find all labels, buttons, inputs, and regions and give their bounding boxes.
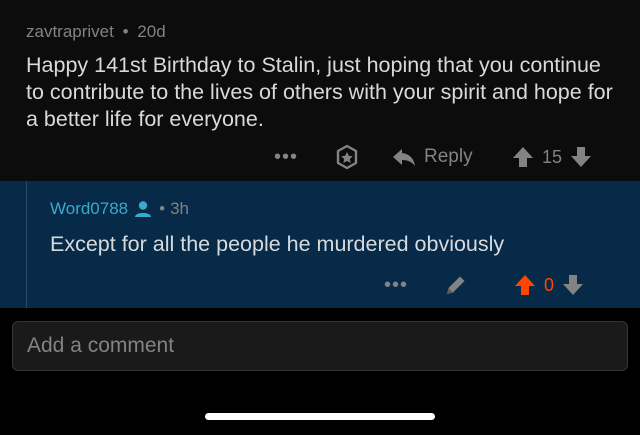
reply-label: Reply [424,146,473,167]
meta-separator: • [159,199,166,218]
reply-vote-controls: 0 [514,271,584,299]
downvote-icon[interactable] [570,145,592,169]
reply-author[interactable]: Word0788 [50,199,128,219]
reply-body: Except for all the people he murdered ob… [50,232,505,256]
edit-pencil-icon[interactable] [443,272,469,298]
user-icon [135,201,152,217]
award-icon [336,144,358,170]
more-options-button[interactable]: ••• [272,142,300,172]
add-comment-input[interactable]: Add a comment [12,321,628,371]
vote-controls: 15 [512,143,592,171]
home-indicator[interactable] [205,413,435,420]
reply-meta: Word0788 • 3h [50,199,189,219]
comment-body: Happy 141st Birthday to Stalin, just hop… [26,53,613,131]
top-comment: zavtraprivet • 20d Happy 141st Birthday … [0,0,640,181]
meta-separator: • [122,22,129,41]
reply-age: 3h [170,199,190,218]
upvote-icon[interactable] [512,145,534,169]
reply-button[interactable]: Reply [392,143,473,171]
reply-arrow-icon [393,149,415,166]
comment-author[interactable]: zavtraprivet [26,22,114,41]
comment-meta: zavtraprivet • 20d [26,22,166,42]
vote-score: 15 [542,146,563,167]
reply-vote-score: 0 [544,274,555,295]
award-button[interactable] [332,143,362,171]
reply-more-options-button[interactable]: ••• [382,270,410,300]
upvote-icon[interactable] [514,273,536,297]
add-comment-placeholder: Add a comment [27,334,175,357]
comment-age: 20d [137,22,166,41]
downvote-icon[interactable] [562,273,584,297]
thread-line[interactable] [26,181,27,308]
